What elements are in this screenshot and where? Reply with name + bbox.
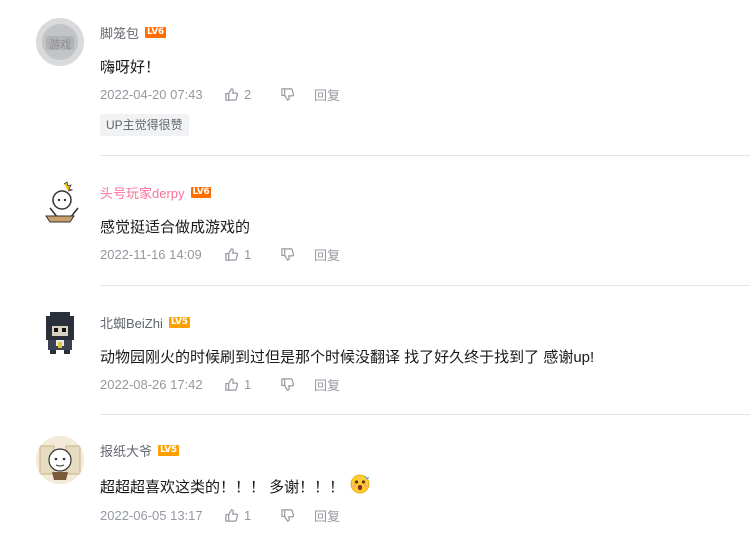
level-badge: LV6 (190, 186, 212, 198)
username[interactable]: 脚笼包 (100, 23, 139, 42)
up-liked-tag: UP主觉得很赞 (100, 114, 189, 136)
like-count: 2 (244, 86, 252, 102)
dislike-button[interactable] (280, 508, 314, 523)
reply-button[interactable]: 回复 (314, 375, 340, 394)
avatar[interactable]: 游戏 (36, 18, 84, 66)
comment-item: 头号玩家derpy LV6 感觉挺适合做成游戏的 2022-11-16 14:0… (0, 160, 750, 295)
comment-text: 感觉挺适合做成游戏的 (100, 219, 251, 236)
thumbs-down-icon (281, 247, 295, 261)
thumbs-down-icon (281, 87, 295, 101)
comment-item: 报纸大爷 LV5 超超超喜欢这类的！！！ 多谢！！！ 2022-06-05 13… (0, 420, 750, 544)
like-button[interactable]: 2 (224, 87, 280, 102)
thumbs-down-icon (281, 508, 295, 522)
username[interactable]: 报纸大爷 (100, 441, 152, 460)
avatar[interactable] (36, 436, 84, 484)
like-button[interactable]: 1 (224, 377, 280, 392)
reply-button[interactable]: 回复 (314, 85, 340, 104)
comment-text: 嗨呀好！ (100, 59, 161, 76)
thumbs-up-icon (225, 508, 239, 522)
comment-text-content: 超超超喜欢这类的！！！ 多谢！！！ (100, 479, 345, 496)
thumbs-up-icon (225, 247, 239, 261)
comment-time: 2022-04-20 07:43 (100, 86, 203, 102)
level-badge: LV5 (168, 316, 190, 328)
level-badge: LV6 (145, 26, 166, 38)
comment-item: 北蜘BeiZhi LV5 动物园刚火的时候刷到过但是那个时候没翻译 找了好久终于… (0, 290, 750, 420)
avatar-image: 游戏 (36, 18, 84, 66)
thumbs-down-icon (281, 377, 295, 391)
thumbs-up-icon (225, 87, 239, 101)
avatar[interactable] (36, 178, 84, 226)
like-count: 1 (244, 376, 252, 392)
avatar[interactable] (36, 308, 84, 356)
comment-time: 2022-11-16 14:09 (100, 246, 202, 262)
surprised-face-emoji (350, 474, 370, 498)
like-count: 1 (244, 507, 252, 523)
avatar-image (36, 308, 84, 356)
level-badge: LV5 (158, 444, 179, 456)
dislike-button[interactable] (280, 87, 314, 102)
like-button[interactable]: 1 (224, 508, 280, 523)
divider (100, 414, 750, 415)
watermark-text: 游戏 (49, 38, 71, 51)
comment-text: 动物园刚火的时候刷到过但是那个时候没翻译 找了好久终于找到了 感谢up! (100, 349, 595, 366)
avatar-image (36, 178, 84, 226)
reply-button[interactable]: 回复 (314, 506, 340, 525)
thumbs-up-icon (225, 377, 239, 391)
comment-time: 2022-08-26 17:42 (100, 376, 203, 392)
dislike-button[interactable] (280, 247, 314, 262)
username[interactable]: 北蜘BeiZhi (100, 313, 163, 332)
avatar-image (36, 436, 84, 484)
comment-item: 游戏 脚笼包 LV6 嗨呀好！ 2022-04-20 07:43 2 回复 UP… (0, 0, 750, 160)
comment-text: 超超超喜欢这类的！！！ 多谢！！！ (100, 474, 370, 500)
surprised-face-icon (350, 474, 370, 494)
like-count: 1 (244, 246, 252, 262)
reply-button[interactable]: 回复 (314, 245, 340, 264)
divider (100, 285, 750, 286)
like-button[interactable]: 1 (224, 247, 280, 262)
comment-time: 2022-06-05 13:17 (100, 507, 203, 523)
divider (100, 155, 750, 156)
username[interactable]: 头号玩家derpy (100, 183, 185, 202)
dislike-button[interactable] (280, 377, 314, 392)
